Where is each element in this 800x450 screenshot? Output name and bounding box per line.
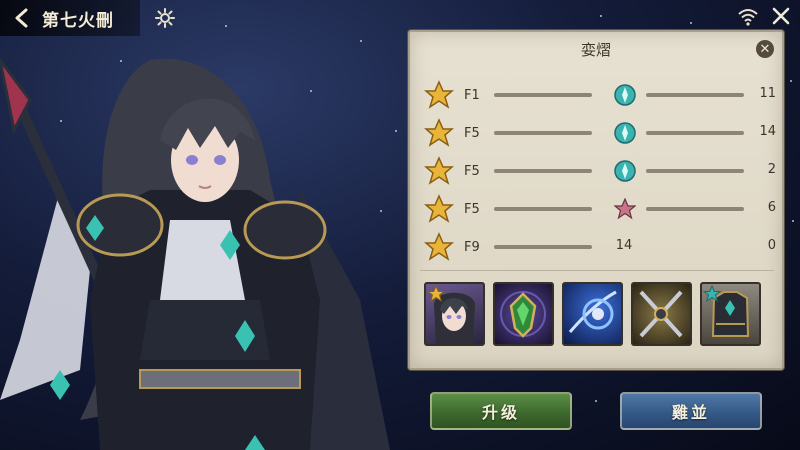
teal-gem-icon bbox=[614, 84, 636, 106]
upgrade-button[interactable]: 升级 bbox=[430, 392, 572, 430]
equip-slot-hero-portrait[interactable] bbox=[424, 282, 485, 346]
panel-header: 娈熠 ✕ bbox=[410, 32, 782, 66]
stat-value: 14 bbox=[759, 124, 776, 139]
gold-star-icon bbox=[424, 156, 454, 185]
stat-bar-right bbox=[646, 169, 744, 173]
stat-value: 0 bbox=[767, 238, 776, 253]
page-title: 第七火刪 bbox=[42, 10, 114, 31]
pink-star-icon bbox=[614, 198, 636, 220]
stat-value: 6 bbox=[767, 200, 776, 215]
gold-star-badge-icon bbox=[427, 285, 445, 303]
blue-magic-orb-icon bbox=[568, 290, 617, 333]
back-button[interactable]: 第七火刪 bbox=[0, 0, 140, 36]
panel-title: 娈熠 bbox=[580, 40, 611, 59]
secondary-button[interactable]: 雞並 bbox=[620, 392, 762, 430]
panel-close-button[interactable]: ✕ bbox=[756, 40, 774, 58]
stat-bar-right bbox=[646, 207, 744, 211]
wifi-signal-icon bbox=[738, 9, 758, 26]
stat-row: F5 2 bbox=[424, 152, 776, 190]
stat-label: F5 bbox=[464, 125, 480, 141]
stat-label: F5 bbox=[464, 201, 480, 217]
teal-gem-icon bbox=[614, 160, 636, 182]
green-amulet-icon bbox=[500, 291, 546, 338]
stat-bar-right bbox=[646, 131, 744, 135]
gold-star-icon bbox=[424, 118, 454, 147]
panel-divider bbox=[420, 270, 774, 271]
stat-label: F5 bbox=[464, 163, 480, 179]
settings-gear-icon[interactable] bbox=[155, 8, 175, 28]
stat-row: F9 14 0 bbox=[424, 228, 776, 266]
stat-bar bbox=[494, 169, 592, 173]
teal-gem-icon bbox=[614, 122, 636, 144]
equip-slot-magic-orb[interactable] bbox=[562, 282, 623, 346]
hero-character-illustration bbox=[0, 40, 400, 450]
stat-row: F1 11 bbox=[424, 76, 776, 114]
stat-value: 11 bbox=[759, 86, 776, 101]
gold-star-icon bbox=[424, 194, 454, 223]
equipment-row bbox=[424, 282, 774, 348]
stat-value: 2 bbox=[767, 162, 776, 177]
stat-bar bbox=[494, 131, 592, 135]
upgrade-button-label: 升级 bbox=[481, 403, 520, 422]
stat-bar-right bbox=[646, 93, 744, 97]
stat-mid-value: 14 bbox=[615, 238, 633, 253]
close-icon[interactable] bbox=[772, 7, 790, 25]
stat-bar bbox=[494, 93, 592, 97]
gold-star-icon bbox=[424, 232, 454, 261]
equip-slot-amulet[interactable] bbox=[493, 282, 554, 346]
crossed-swords-icon bbox=[639, 290, 683, 338]
hero-info-panel: 娈熠 ✕ F1 11 F5 14 F5 2 F5 6 F9 14 0 bbox=[408, 30, 784, 370]
stat-label: F9 bbox=[464, 239, 480, 255]
equip-slot-swords[interactable] bbox=[631, 282, 692, 346]
gold-star-icon bbox=[424, 80, 454, 109]
stat-bar bbox=[494, 207, 592, 211]
equip-slot-armor[interactable] bbox=[700, 282, 761, 346]
teal-star-badge-icon bbox=[703, 285, 721, 303]
close-icon: ✕ bbox=[759, 41, 771, 57]
back-arrow-icon bbox=[15, 8, 28, 28]
stat-row: F5 6 bbox=[424, 190, 776, 228]
secondary-button-label: 雞並 bbox=[671, 403, 710, 422]
stat-bar bbox=[494, 245, 592, 249]
stat-row: F5 14 bbox=[424, 114, 776, 152]
stat-label: F1 bbox=[464, 87, 480, 103]
stats-list: F1 11 F5 14 F5 2 F5 6 F9 14 0 bbox=[424, 76, 776, 266]
